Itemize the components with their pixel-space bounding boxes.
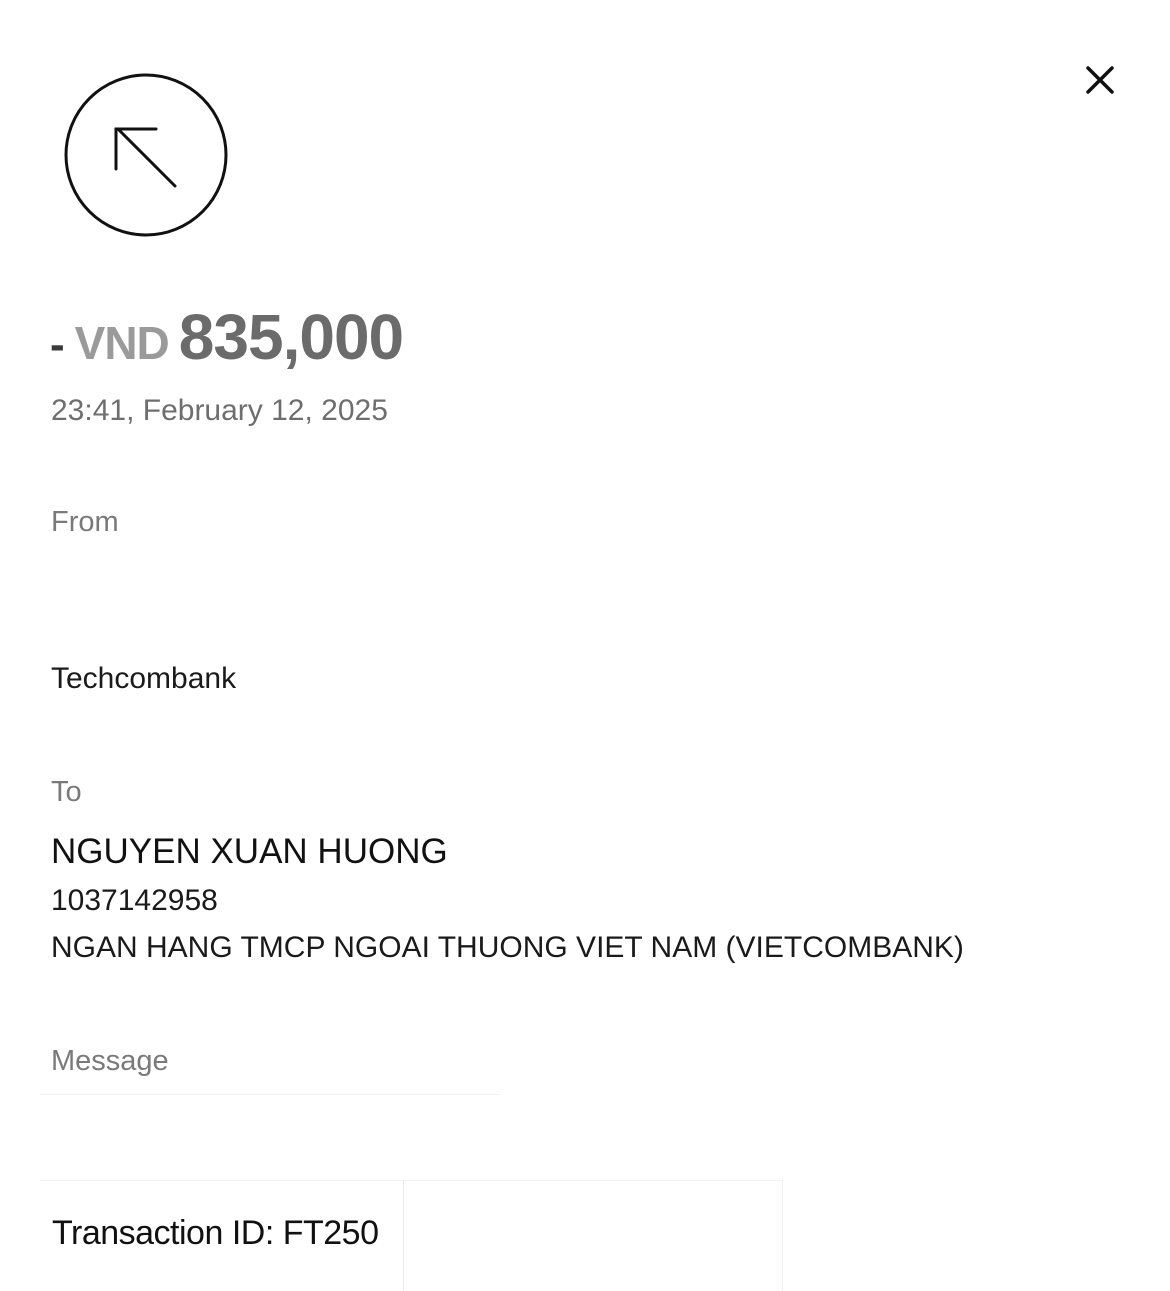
redaction-box: [403, 1180, 783, 1291]
message-label: Message: [51, 1045, 169, 1077]
amount-sign: -: [50, 320, 65, 369]
sender-bank: Techcombank: [51, 662, 237, 695]
close-icon: [1086, 66, 1114, 94]
transaction-datetime: 23:41, February 12, 2025: [51, 394, 388, 427]
to-label: To: [51, 776, 82, 808]
transaction-amount: - VND 835,000: [50, 300, 404, 380]
recipient-account-number: 1037142958: [51, 884, 218, 917]
outgoing-transfer-badge: [64, 73, 228, 237]
message-divider: [40, 1094, 500, 1095]
recipient-name: NGUYEN XUAN HUONG: [51, 832, 448, 871]
transaction-id: Transaction ID: FT250: [52, 1214, 379, 1252]
amount-currency: VND: [74, 317, 170, 369]
arrow-up-left-icon: [64, 73, 228, 237]
from-label: From: [51, 506, 119, 538]
redaction-edge: [40, 1180, 403, 1181]
amount-value: 835,000: [178, 301, 404, 373]
recipient-bank: NGAN HANG TMCP NGOAI THUONG VIET NAM (VI…: [51, 931, 964, 964]
close-button[interactable]: [1080, 60, 1120, 100]
